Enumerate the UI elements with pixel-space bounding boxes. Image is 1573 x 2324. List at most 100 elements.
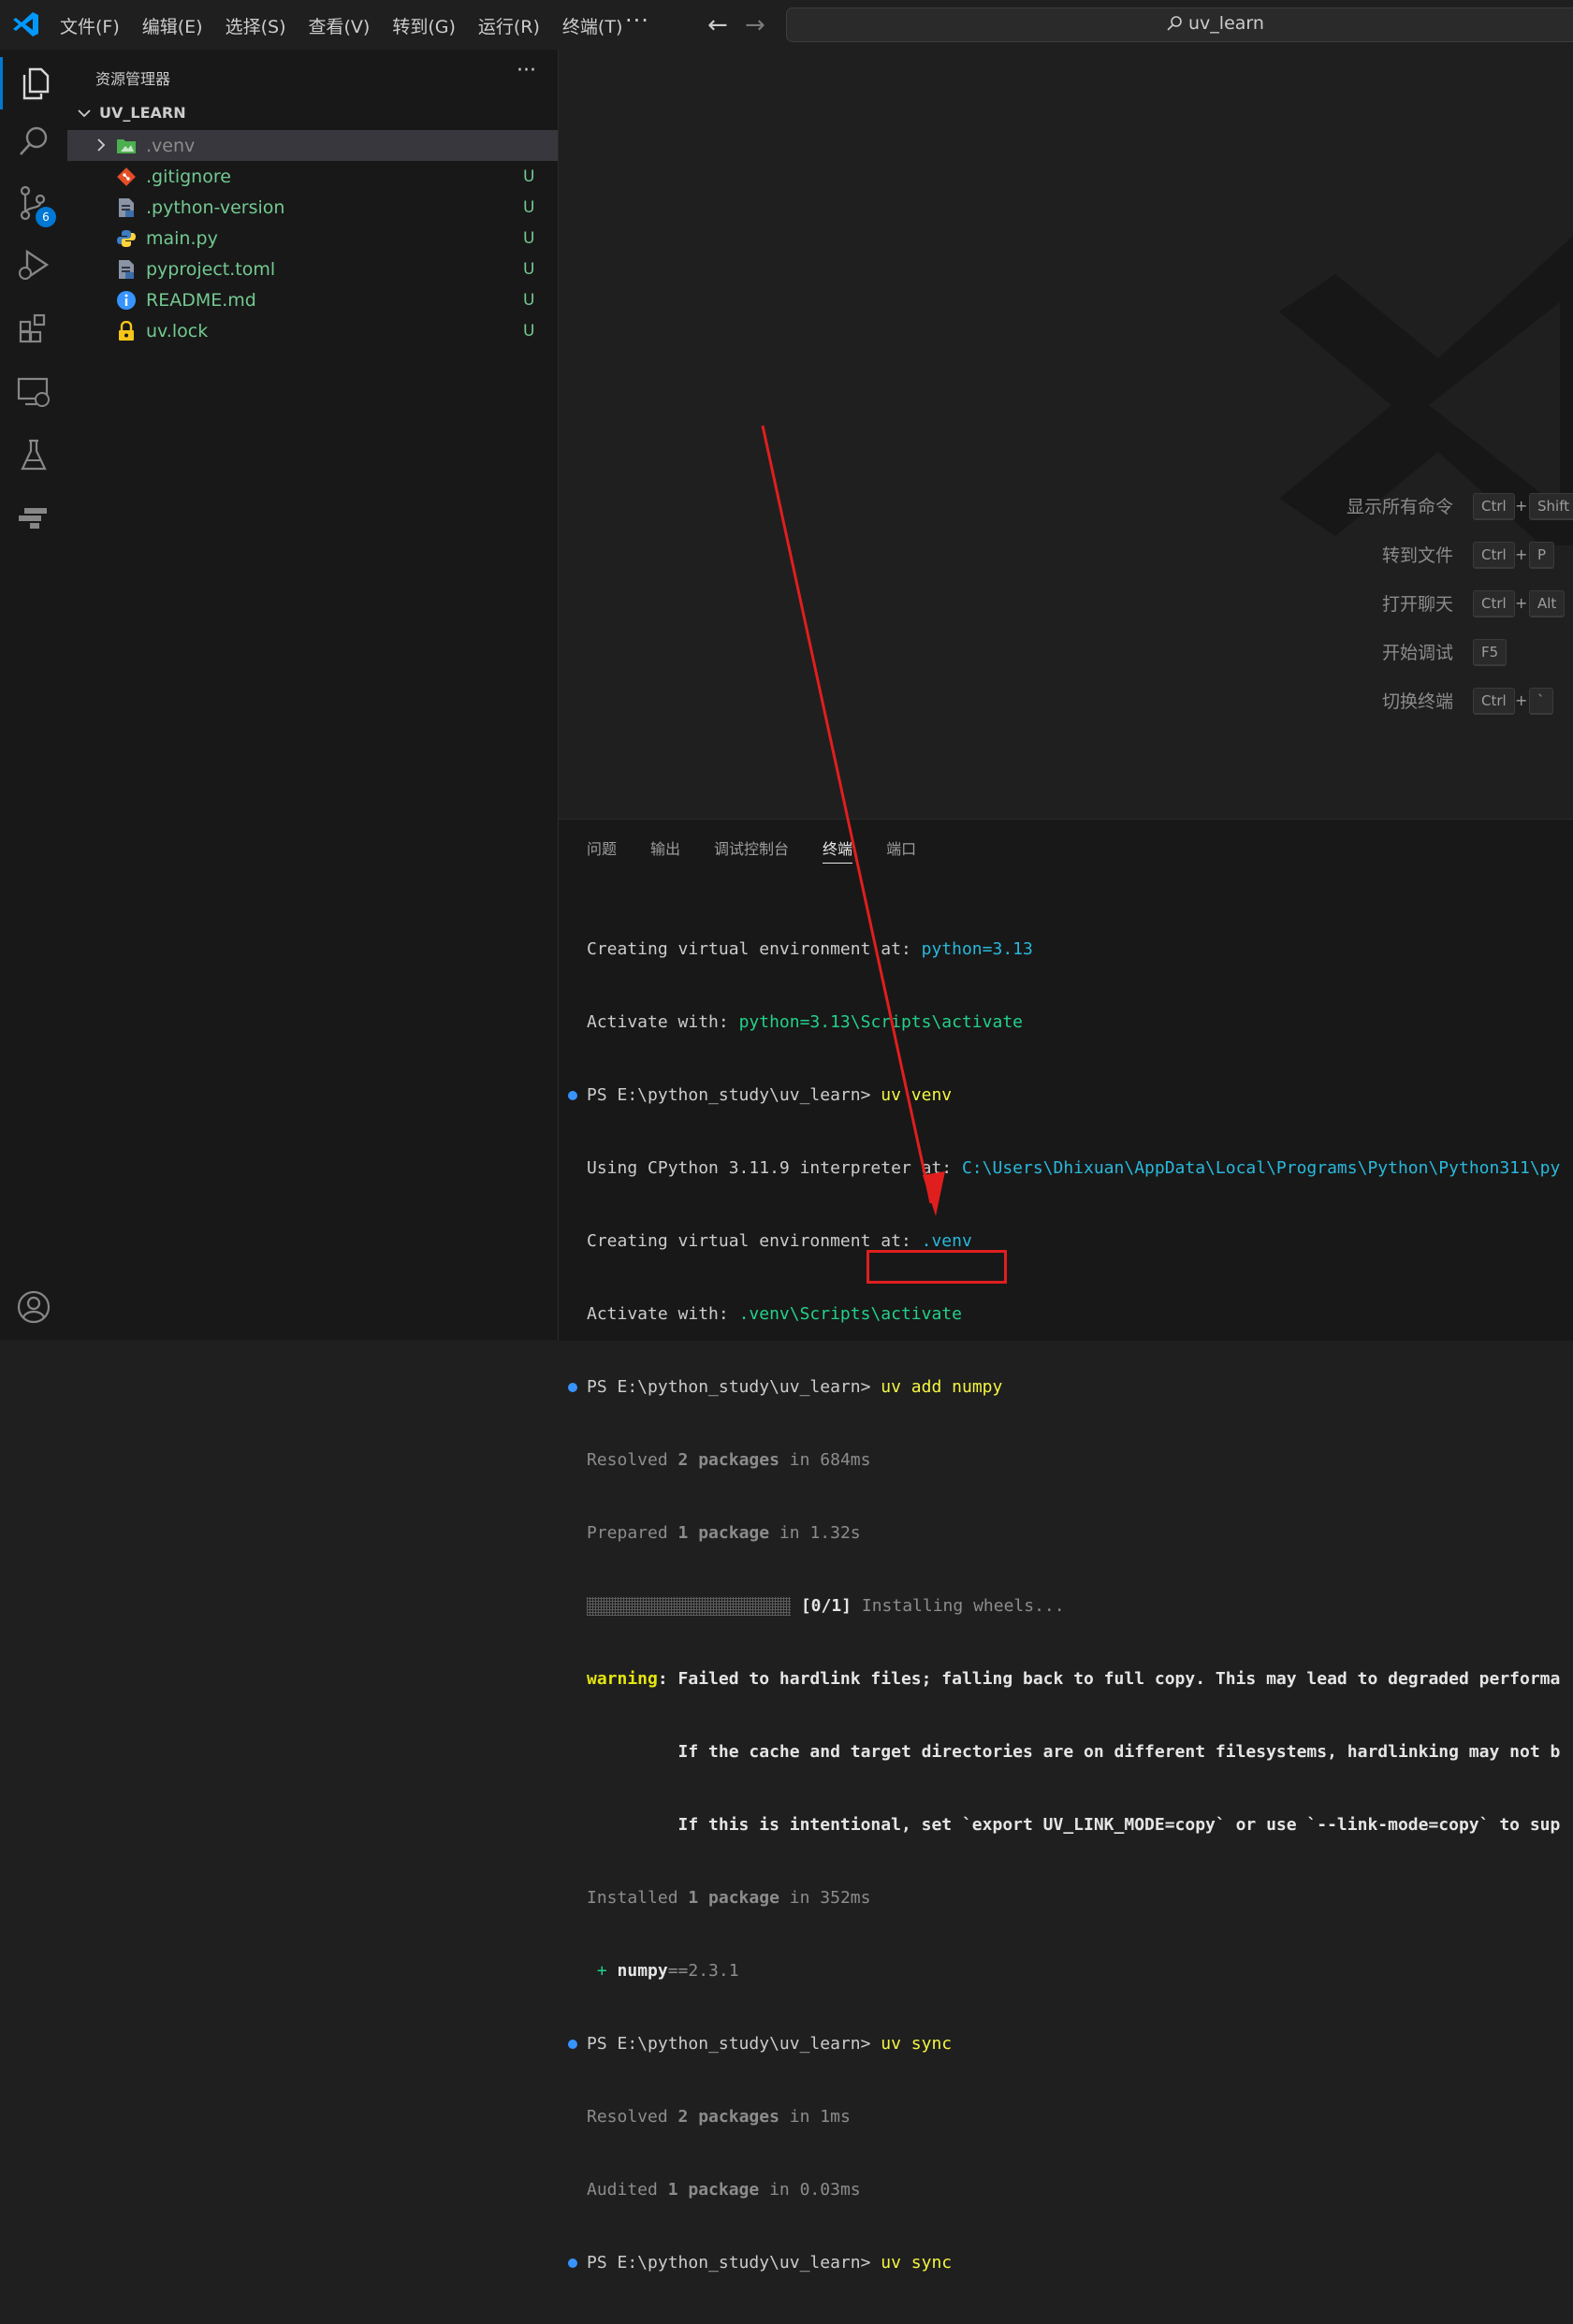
activity-bar: 6	[0, 50, 68, 1340]
menu-more-icon[interactable]: ···	[625, 7, 649, 34]
remote-explorer-icon	[17, 377, 50, 407]
tab-ports[interactable]: 端口	[886, 836, 916, 864]
python-icon	[116, 228, 137, 249]
gitlens-activity[interactable]	[0, 491, 67, 544]
terminal-line: warning: Failed to hardlink files; falli…	[587, 1669, 1561, 1689]
shortcut-label: 打开聊天	[1381, 594, 1453, 615]
terminal-line: Activate with: .venv\Scripts\activate	[587, 1304, 962, 1324]
terminal-line: Creating virtual environment at: python=…	[587, 939, 1033, 959]
source-control-activity[interactable]: 6	[0, 177, 67, 229]
tab-debug-console[interactable]: 调试控制台	[714, 836, 789, 864]
accounts-activity[interactable]	[0, 1281, 67, 1333]
gitlens-icon	[19, 508, 47, 529]
terminal-line: Prepared 1 package in 1.32s	[587, 1523, 861, 1543]
extensions-activity[interactable]	[0, 302, 67, 355]
terminal-line: PS E:\python_study\uv_learn> uv add nump…	[568, 1375, 1560, 1400]
tree-item-label: main.py	[146, 227, 218, 249]
tab-problems[interactable]: 问题	[587, 836, 617, 864]
key-cap: Ctrl	[1473, 542, 1515, 569]
search-icon	[1167, 16, 1182, 31]
run-debug-activity[interactable]	[0, 239, 67, 291]
terminal-line: Audited 1 package in 0.03ms	[587, 2180, 861, 2200]
tree-item-label: README.md	[146, 289, 256, 311]
account-icon	[17, 1290, 51, 1324]
tab-output[interactable]: 输出	[650, 836, 680, 864]
tree-item-gitignore[interactable]: .gitignore U	[67, 161, 558, 192]
chevron-right-icon	[97, 138, 106, 152]
title-bar: 文件(F) 编辑(E) 选择(S) 查看(V) 转到(G) 运行(R) 终端(T…	[0, 0, 1573, 51]
menu-selection[interactable]: 选择(S)	[226, 13, 286, 38]
forward-arrow-icon[interactable]: →	[745, 11, 765, 39]
shortcut-label: 开始调试	[1381, 643, 1453, 663]
command-center-search[interactable]: uv_learn	[786, 7, 1573, 42]
scm-count-badge: 6	[36, 207, 56, 227]
git-status-badge: U	[523, 259, 535, 279]
terminal-line: If this is intentional, set `export UV_L…	[587, 1815, 1561, 1835]
extensions-icon	[19, 313, 46, 343]
terminal-line: Activate with: python=3.13\Scripts\activ…	[587, 1012, 1023, 1032]
vscode-watermark-icon	[1279, 236, 1573, 545]
config-file-icon	[116, 197, 137, 218]
chevron-down-icon	[78, 109, 91, 117]
terminal-output[interactable]: Creating virtual environment at: python=…	[568, 889, 1561, 2324]
terminal-line: + numpy==2.3.1	[587, 1961, 739, 1981]
tree-item-label: pyproject.toml	[146, 258, 276, 280]
search-activity[interactable]	[0, 115, 67, 167]
flask-icon	[21, 439, 47, 471]
git-status-badge: U	[523, 290, 535, 310]
key-cap: F5	[1473, 639, 1507, 666]
explorer-more-icon[interactable]: ···	[517, 59, 536, 82]
git-status-badge: U	[523, 167, 535, 186]
tree-item-label: uv.lock	[146, 320, 209, 341]
bottom-panel: 问题 输出 调试控制台 终端 端口 Creating virtual envir…	[559, 819, 1573, 2273]
tree-item-pyproject[interactable]: pyproject.toml U	[67, 254, 558, 284]
config-file-icon	[116, 259, 137, 280]
command-decoration-icon	[568, 2259, 577, 2268]
tree-item-readme[interactable]: README.md U	[67, 284, 558, 315]
menu-run[interactable]: 运行(R)	[478, 13, 540, 38]
menu-bar: 文件(F) 编辑(E) 选择(S) 查看(V) 转到(G) 运行(R) 终端(T…	[60, 13, 622, 38]
terminal-line: Resolved 2 packages in 684ms	[587, 1450, 871, 1470]
key-plus: +	[1515, 545, 1528, 563]
tree-item-uv-lock[interactable]: uv.lock U	[67, 315, 558, 346]
search-icon	[20, 126, 48, 155]
workspace-folder[interactable]: UV_LEARN	[77, 104, 186, 122]
menu-file[interactable]: 文件(F)	[60, 13, 120, 38]
explorer-activity[interactable]	[0, 57, 67, 109]
terminal-line: Creating virtual environment at: .venv	[587, 1231, 972, 1251]
tree-item-label: .venv	[146, 135, 196, 156]
terminal-line: PS E:\python_study\uv_learn> uv venv	[568, 1083, 1560, 1108]
key-cap: Ctrl	[1473, 590, 1515, 617]
git-status-badge: U	[523, 228, 535, 248]
command-decoration-icon	[568, 1091, 577, 1100]
menu-go[interactable]: 转到(G)	[392, 13, 456, 38]
tree-item-venv[interactable]: .venv	[67, 130, 558, 161]
info-icon	[116, 290, 137, 311]
key-plus: +	[1515, 691, 1528, 709]
key-cap: `	[1529, 688, 1553, 715]
shortcut-label: 切换终端	[1381, 691, 1453, 712]
terminal-line: Resolved 2 packages in 1ms	[587, 2107, 851, 2127]
menu-edit[interactable]: 编辑(E)	[142, 13, 203, 38]
terminal-line: [0/1] Installing wheels...	[587, 1594, 1560, 1619]
files-icon	[22, 67, 49, 100]
terminal-line: PS E:\python_study\uv_learn> uv sync	[568, 2251, 1560, 2275]
menu-terminal[interactable]: 终端(T)	[562, 13, 622, 38]
back-arrow-icon[interactable]: ←	[707, 11, 728, 39]
run-debug-icon	[19, 249, 50, 281]
search-text: uv_learn	[1188, 13, 1264, 34]
key-plus: +	[1515, 594, 1528, 612]
remote-explorer-activity[interactable]	[0, 366, 67, 418]
lock-icon	[116, 320, 137, 341]
terminal-line: PS E:\python_study\uv_learn> uv sync	[568, 2032, 1560, 2056]
terminal-line: Installed 1 package in 352ms	[587, 1888, 871, 1908]
key-cap: Ctrl	[1473, 493, 1515, 520]
testing-activity[interactable]	[0, 429, 67, 482]
menu-view[interactable]: 查看(V)	[309, 13, 371, 38]
tab-terminal[interactable]: 终端	[823, 836, 853, 864]
tree-item-main-py[interactable]: main.py U	[67, 223, 558, 254]
key-cap: Alt	[1529, 590, 1566, 617]
tree-item-python-version[interactable]: .python-version U	[67, 192, 558, 223]
editor-empty-area: 显示所有命令 Ctrl + Shift 转到文件 Ctrl + P 打开聊天 C…	[559, 50, 1573, 819]
key-plus: +	[1515, 497, 1528, 515]
